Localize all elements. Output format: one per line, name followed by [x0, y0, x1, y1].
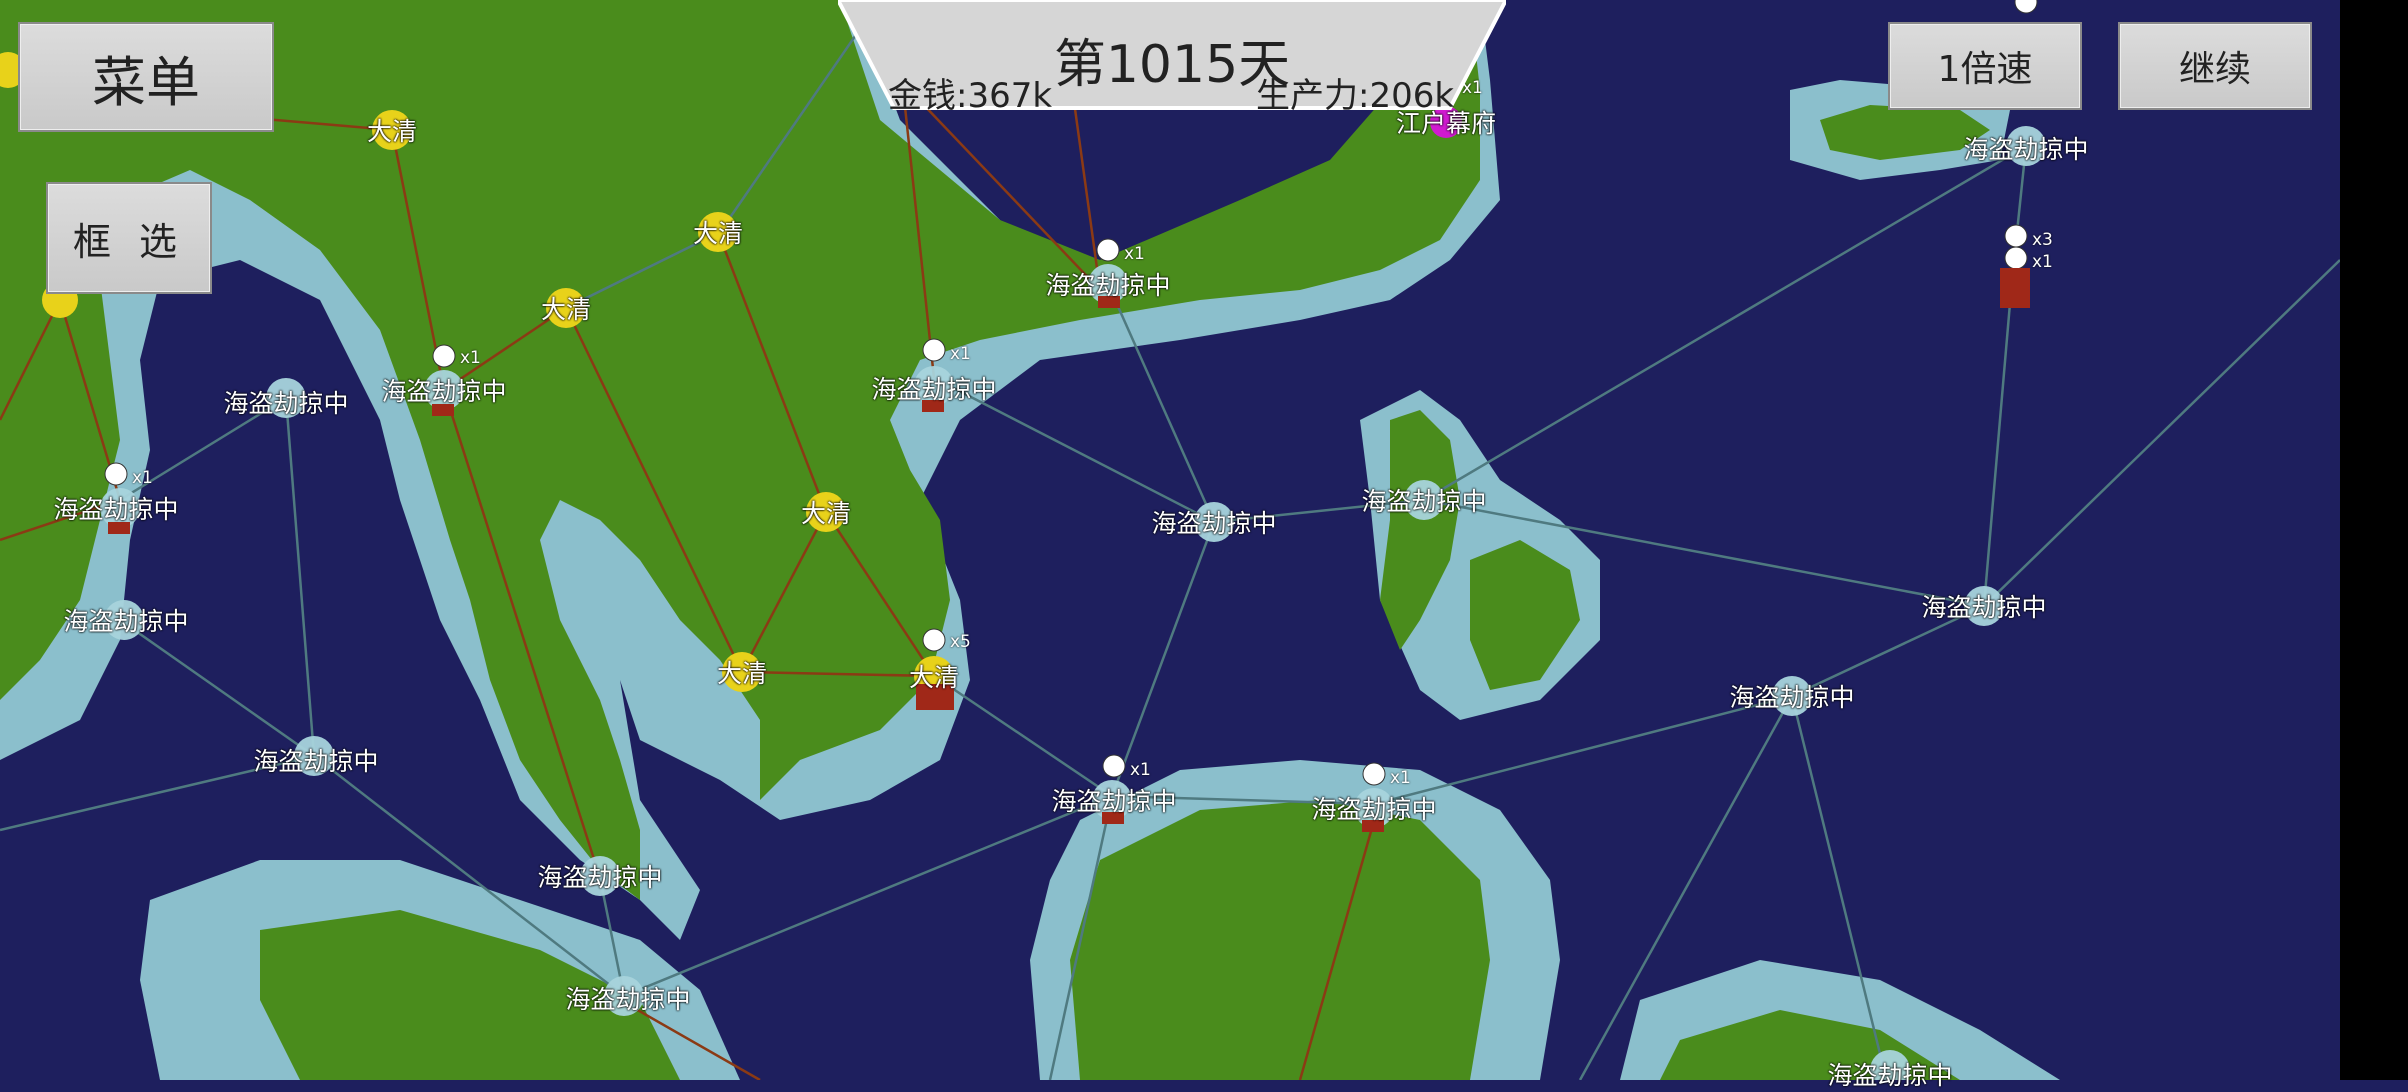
menu-button[interactable]: 菜单: [18, 22, 274, 132]
army-count: x1: [950, 344, 971, 364]
pirate-node-label: 海盗劫掠中: [1729, 683, 1855, 712]
army-count: x3: [2032, 230, 2053, 250]
speed-button[interactable]: 1倍速: [1888, 22, 2082, 110]
qing-node-label: 大清: [716, 659, 768, 688]
pirate-node-label: 海盗劫掠中: [871, 375, 997, 404]
pirate-node-label: 海盗劫掠中: [1311, 795, 1437, 824]
qing-node-label: 大清: [692, 219, 744, 248]
pirate-node-label: 海盗劫掠中: [1045, 271, 1171, 300]
pirate-node-label: 海盗劫掠中: [1921, 593, 2047, 622]
pirate-node-label: 海盗劫掠中: [1827, 1061, 1953, 1090]
continue-button[interactable]: 继续: [2118, 22, 2312, 110]
army-count: x1: [1124, 244, 1145, 264]
army-count: x1: [1390, 768, 1411, 788]
army-count: x5: [950, 632, 971, 652]
pirate-node-label: 海盗劫掠中: [565, 985, 691, 1014]
pirate-node-label: 海盗劫掠中: [1963, 135, 2089, 164]
pirate-node-label: 海盗劫掠中: [1051, 787, 1177, 816]
box-select-button[interactable]: 框 选: [46, 182, 212, 294]
pirate-node-label: 海盗劫掠中: [63, 607, 189, 636]
pirate-node-label: 海盗劫掠中: [1151, 509, 1277, 538]
production-readout: 生产力:206k: [1256, 76, 1455, 116]
status-banner: 第1015天 金钱:367k 生产力:206k: [838, 0, 1506, 116]
pirate-node-label: 海盗劫掠中: [381, 377, 507, 406]
qing-node-label: 大清: [908, 663, 960, 692]
pirate-node-label: 海盗劫掠中: [53, 495, 179, 524]
army-count: x1: [460, 348, 481, 368]
army-count: x1: [2032, 252, 2053, 272]
pirate-node-label: 海盗劫掠中: [253, 747, 379, 776]
qing-node-label: 大清: [540, 295, 592, 324]
money-readout: 金钱:367k: [888, 76, 1053, 116]
qing-node-label: 大清: [800, 499, 852, 528]
army-count: x1: [1130, 760, 1151, 780]
pirate-node-label: 海盗劫掠中: [537, 863, 663, 892]
screen-edge-bar: [2340, 0, 2408, 1080]
qing-node-label: 大清: [366, 117, 418, 146]
pirate-node-label: 海盗劫掠中: [1361, 487, 1487, 516]
pirate-node-label: 海盗劫掠中: [223, 389, 349, 418]
army-count: x1: [132, 468, 153, 488]
